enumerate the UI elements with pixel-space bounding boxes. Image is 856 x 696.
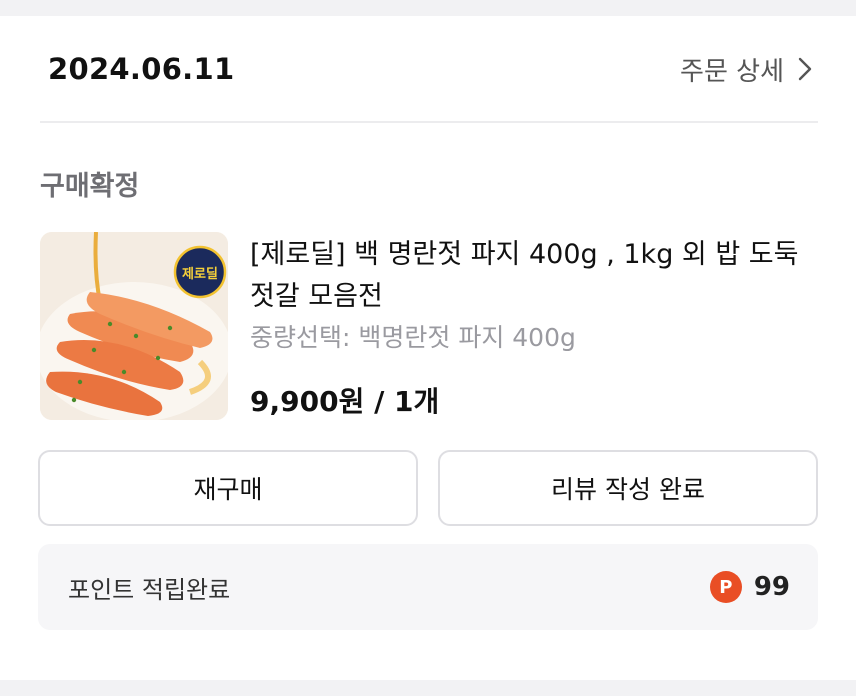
points-amount: P 99: [709, 571, 790, 603]
product-title[interactable]: [제로딜] 백 명란젓 파지 400g , 1kg 외 밥 도둑 젓갈 모음전: [250, 234, 810, 318]
review-complete-button[interactable]: 리뷰 작성 완료: [438, 450, 818, 526]
chevron-right-icon: [798, 57, 812, 81]
points-label: 포인트 적립완료: [68, 575, 231, 604]
order-card: 2024.06.11 주문 상세 구매확정 제로딜 [제로딜] 백 명란젓 파지…: [0, 16, 856, 680]
order-date: 2024.06.11: [48, 52, 235, 86]
order-detail-label: 주문 상세: [680, 56, 784, 87]
point-icon: P: [709, 571, 742, 603]
product-option: 중량선택: 백명란젓 파지 400g: [250, 323, 576, 352]
points-summary: 포인트 적립완료 P 99: [38, 544, 818, 630]
order-detail-link[interactable]: 주문 상세: [680, 51, 812, 88]
rebuy-button[interactable]: 재구매: [38, 450, 418, 526]
product-price: 9,900원 / 1개: [250, 385, 440, 418]
product-thumbnail[interactable]: 제로딜: [40, 232, 228, 420]
points-value: 99: [753, 572, 790, 602]
header-divider: [40, 121, 818, 123]
order-header: 2024.06.11 주문 상세: [48, 51, 812, 88]
order-status: 구매확정: [40, 171, 140, 202]
thumbnail-logo-text: 제로딜: [182, 267, 218, 282]
